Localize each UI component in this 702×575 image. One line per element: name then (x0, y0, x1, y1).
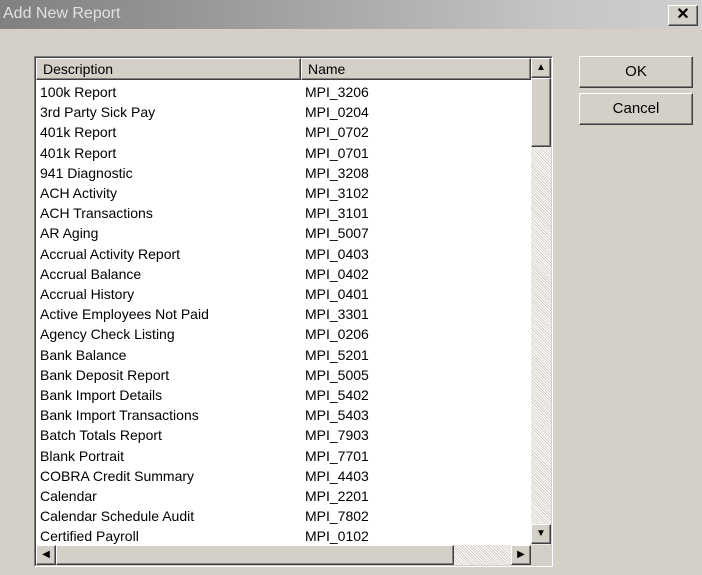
list-item[interactable]: Bank Import Details MPI_5402 (36, 385, 531, 405)
report-name: MPI_0204 (305, 104, 369, 121)
report-name: MPI_7903 (305, 427, 369, 444)
list-header: Description Name (36, 58, 531, 80)
vertical-scrollbar[interactable]: ▲ ▼ (531, 58, 551, 545)
report-description: 3rd Party Sick Pay (40, 104, 156, 121)
vertical-scroll-thumb[interactable] (531, 78, 551, 147)
arrow-right-icon: ▶ (517, 549, 525, 560)
report-name: MPI_5403 (305, 407, 369, 424)
cancel-button[interactable]: Cancel (579, 93, 693, 125)
scroll-up-button[interactable]: ▲ (531, 58, 551, 78)
report-name: MPI_3102 (305, 185, 369, 201)
report-description: Bank Import Transactions (40, 407, 199, 424)
list-item[interactable]: 401k Report MPI_0702 (36, 122, 531, 142)
list-item[interactable]: Agency Check Listing MPI_0206 (36, 324, 531, 344)
column-header-description[interactable]: Description (36, 58, 301, 80)
report-name: MPI_4403 (305, 467, 369, 484)
horizontal-scrollbar[interactable]: ◀ ▶ (36, 545, 531, 565)
list-item[interactable]: Active Employees Not Paid MPI_3301 (36, 304, 531, 324)
scrollbar-corner (531, 545, 551, 565)
report-description: 941 Diagnostic (40, 164, 133, 181)
report-name: MPI_3208 (305, 164, 369, 181)
arrow-left-icon: ◀ (42, 549, 50, 560)
report-description: COBRA Credit Summary (40, 467, 195, 484)
list-item[interactable]: Accrual Balance MPI_0402 (36, 264, 531, 284)
column-header-name[interactable]: Name (301, 58, 531, 80)
close-icon: ✕ (676, 6, 690, 23)
report-description: Blank Portrait (40, 447, 125, 464)
report-description: Accrual Activity Report (40, 245, 181, 262)
report-name: MPI_3301 (305, 306, 369, 323)
report-description: AR Aging (40, 225, 99, 242)
report-name: MPI_5007 (305, 225, 369, 242)
report-description: 401k Report (40, 144, 117, 161)
list-item[interactable]: Calendar Schedule Audit MPI_7802 (36, 506, 531, 526)
list-item[interactable]: 941 Diagnostic MPI_3208 (36, 163, 531, 183)
list-item[interactable]: 3rd Party Sick Pay MPI_0204 (36, 102, 531, 122)
report-description: Agency Check Listing (40, 326, 175, 343)
list-item[interactable]: COBRA Credit Summary MPI_4403 (36, 466, 531, 486)
report-description: Batch Totals Report (40, 427, 162, 444)
report-name: MPI_3206 (305, 84, 369, 100)
list-item[interactable]: Bank Deposit Report MPI_5005 (36, 365, 531, 385)
list-item[interactable]: ACH Transactions MPI_3101 (36, 203, 531, 223)
add-new-report-dialog: Add New Report ✕ Description Name 100k R… (0, 0, 702, 575)
report-description: Calendar Schedule Audit (40, 508, 195, 525)
close-button[interactable]: ✕ (668, 5, 698, 26)
dialog-title: Add New Report (3, 5, 121, 22)
report-name: MPI_0702 (305, 124, 369, 141)
report-description: 100k Report (40, 84, 117, 100)
report-name: MPI_5402 (305, 387, 369, 403)
report-description: Calendar (40, 488, 97, 504)
report-name: MPI_0102 (305, 528, 369, 545)
list-rows: 100k Report MPI_3206 3rd Party Sick Pay MPI… (36, 82, 531, 546)
report-description: Accrual History (40, 286, 135, 302)
report-name: MPI_0401 (305, 286, 369, 302)
ok-button[interactable]: OK (579, 56, 693, 88)
list-item[interactable]: 401k Report MPI_0701 (36, 143, 531, 163)
report-description: Certified Payroll (40, 528, 139, 545)
report-description: Active Employees Not Paid (40, 306, 209, 323)
list-item[interactable]: Batch Totals Report MPI_7903 (36, 425, 531, 445)
scroll-down-button[interactable]: ▼ (531, 524, 551, 544)
arrow-up-icon: ▲ (536, 62, 546, 73)
list-item[interactable]: Accrual Activity Report MPI_0403 (36, 244, 531, 264)
report-name: MPI_5201 (305, 346, 369, 363)
report-name: MPI_7802 (305, 508, 369, 525)
report-name: MPI_0701 (305, 144, 369, 161)
report-description: 401k Report (40, 124, 117, 141)
list-item[interactable]: AR Aging MPI_5007 (36, 223, 531, 243)
report-description: Bank Balance (40, 346, 127, 363)
list-item[interactable]: Calendar MPI_2201 (36, 486, 531, 506)
report-description: Accrual Balance (40, 265, 142, 282)
horizontal-scroll-thumb[interactable] (56, 545, 454, 565)
list-item[interactable]: Bank Import Transactions MPI_5403 (36, 405, 531, 425)
report-name: MPI_3101 (305, 205, 369, 222)
report-name: MPI_0403 (305, 245, 369, 262)
report-list: Description Name 100k Report MPI_3206 3rd … (34, 56, 553, 567)
report-name: MPI_2201 (305, 488, 369, 504)
report-description: Bank Import Details (40, 387, 163, 403)
report-description: ACH Activity (40, 185, 118, 201)
arrow-down-icon: ▼ (536, 528, 546, 539)
report-description: Bank Deposit Report (40, 366, 170, 383)
scroll-left-button[interactable]: ◀ (36, 545, 56, 565)
report-name: MPI_0206 (305, 326, 369, 343)
list-item[interactable]: Blank Portrait MPI_7701 (36, 446, 531, 466)
report-name: MPI_5005 (305, 366, 369, 383)
report-name: MPI_7701 (305, 447, 369, 464)
report-name: MPI_0402 (305, 265, 369, 282)
list-item[interactable]: Accrual History MPI_0401 (36, 284, 531, 304)
list-item[interactable]: ACH Activity MPI_3102 (36, 183, 531, 203)
list-item[interactable]: Bank Balance MPI_5201 (36, 345, 531, 365)
report-list-inner: Description Name 100k Report MPI_3206 3rd … (35, 57, 552, 566)
list-item[interactable]: 100k Report MPI_3206 (36, 82, 531, 102)
report-description: ACH Transactions (40, 205, 153, 222)
title-bar[interactable]: Add New Report ✕ (0, 0, 702, 29)
scroll-right-button[interactable]: ▶ (511, 545, 531, 565)
list-item[interactable]: Certified Payroll MPI_0102 (36, 526, 531, 546)
